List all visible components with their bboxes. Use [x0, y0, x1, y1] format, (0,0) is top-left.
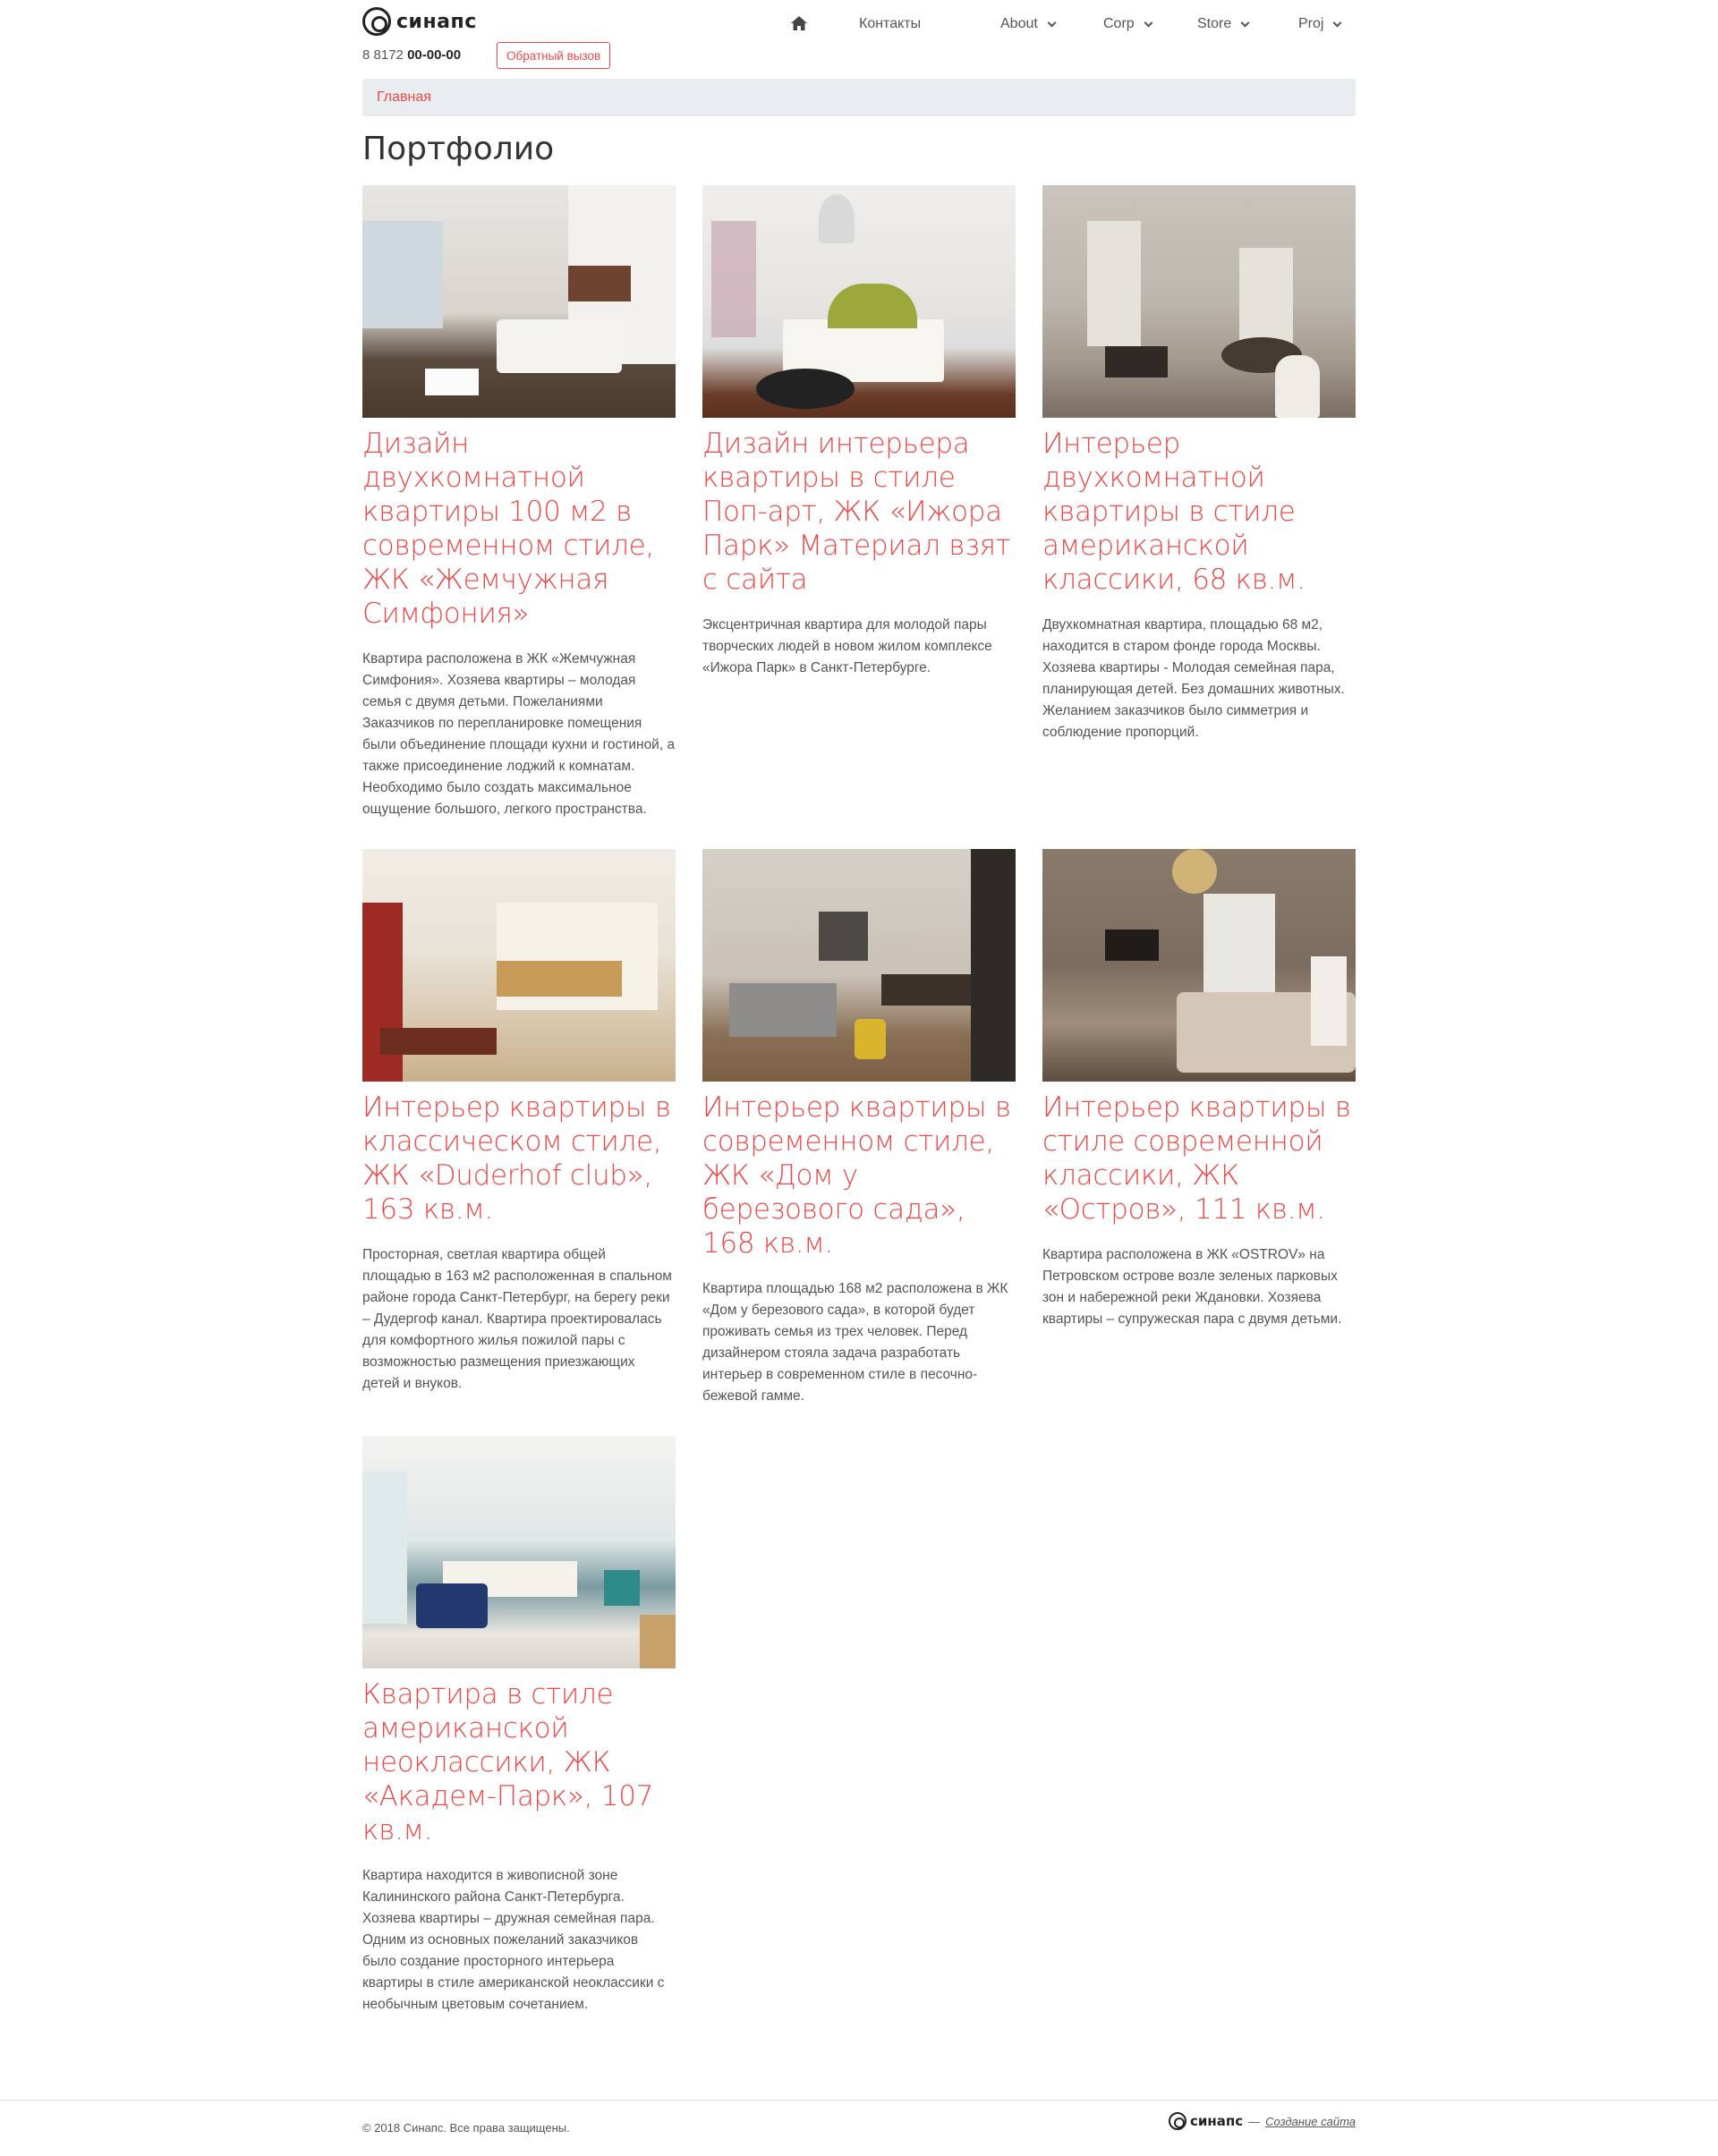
logo-text: синапс [396, 10, 477, 33]
footer-copyright: © 2018 Синапс. Все права защищены. [362, 2121, 570, 2135]
logo-icon [362, 7, 391, 36]
portfolio-image[interactable] [1042, 185, 1356, 418]
breadcrumb-home-link[interactable]: Главная [377, 89, 431, 106]
card-description: Квартира находится в живописной зоне Кал… [362, 1868, 665, 2012]
nav-about-label: About [1000, 16, 1038, 31]
card-description: Просторная, светлая квартира общей площа… [362, 1247, 672, 1391]
phone-main: 00-00-00 [407, 47, 462, 63]
portfolio-image[interactable] [362, 849, 676, 1082]
nav-item-store[interactable]: Store [1197, 16, 1250, 32]
footer-logo-icon [1168, 2112, 1186, 2130]
portfolio-card: Интерьер квартиры в стиле современной кл… [1042, 849, 1356, 1330]
footer-site-link[interactable]: Создание сайта [1265, 2115, 1356, 2128]
portfolio-image[interactable] [362, 1436, 676, 1668]
site-logo[interactable]: синапс [362, 7, 477, 36]
portfolio-card: Интерьер квартиры в современном стиле, Ж… [702, 849, 1016, 1407]
callback-button[interactable]: Обратный вызов [497, 42, 611, 69]
card-description: Квартира площадью 168 м2 расположена в Ж… [702, 1281, 1008, 1404]
nav-corp-label: Corp [1103, 16, 1135, 31]
home-icon [791, 16, 807, 30]
breadcrumb: Главная [362, 79, 1356, 116]
footer-logo-text: синапс [1189, 2113, 1244, 2129]
portfolio-card: Дизайн интерьера квартиры в стиле Поп-ар… [702, 185, 1016, 679]
chevron-down-icon [1333, 18, 1342, 27]
nav-store-label: Store [1197, 16, 1232, 31]
card-description: Двухкомнатная квартира, площадью 68 м2, … [1042, 617, 1345, 740]
footer-divider [0, 2100, 1718, 2101]
portfolio-card: Дизайн двухкомнатной квартиры 100 м2 в с… [362, 185, 676, 820]
footer-credit: синапс — Создание сайта [1168, 2112, 1356, 2130]
card-title-link[interactable]: Квартира в стиле американской неоклассик… [362, 1677, 676, 1847]
chevron-down-icon [1144, 18, 1153, 27]
card-description: Квартира расположена в ЖК «OSTROV» на Пе… [1042, 1247, 1342, 1327]
page-title: Портфолио [362, 131, 555, 167]
portfolio-card: Интерьер квартиры в классическом стиле, … [362, 849, 676, 1395]
portfolio-image[interactable] [1042, 849, 1356, 1082]
nav-home[interactable] [791, 16, 807, 30]
card-title-link[interactable]: Дизайн интерьера квартиры в стиле Поп-ар… [702, 427, 1016, 597]
card-description: Эксцентричная квартира для молодой пары … [702, 617, 992, 675]
nav-item-about[interactable]: About [1000, 16, 1057, 32]
nav-item-corp[interactable]: Corp [1103, 16, 1153, 32]
portfolio-image[interactable] [702, 185, 1016, 418]
portfolio-image[interactable] [362, 185, 676, 418]
chevron-down-icon [1047, 18, 1057, 27]
card-title-link[interactable]: Интерьер квартиры в стиле современной кл… [1042, 1091, 1356, 1227]
phone-prefix: 8 8172 [362, 47, 404, 63]
portfolio-card: Интерьер двухкомнатной квартиры в стиле … [1042, 185, 1356, 743]
page-container: синапс 8 8172 00-00-00 Обратный вызов Ко… [362, 0, 1356, 2012]
portfolio-card: Квартира в стиле американской неоклассик… [362, 1436, 676, 2016]
nav-contacts-label: Контакты [859, 16, 922, 31]
phone-number: 8 8172 00-00-00 [362, 47, 461, 63]
nav-item-contacts[interactable]: Контакты [859, 16, 921, 32]
card-title-link[interactable]: Дизайн двухкомнатной квартиры 100 м2 в с… [362, 427, 676, 631]
nav-item-proj[interactable]: Proj [1298, 16, 1342, 32]
nav-proj-label: Proj [1298, 16, 1324, 31]
portfolio-image[interactable] [702, 849, 1016, 1082]
site-header: синапс 8 8172 00-00-00 Обратный вызов Ко… [362, 0, 1356, 72]
chevron-down-icon [1240, 18, 1250, 27]
card-title-link[interactable]: Интерьер квартиры в классическом стиле, … [362, 1091, 676, 1227]
card-title-link[interactable]: Интерьер квартиры в современном стиле, Ж… [702, 1091, 1016, 1260]
card-title-link[interactable]: Интерьер двухкомнатной квартиры в стиле … [1042, 427, 1356, 597]
card-description: Квартира расположена в ЖК «Жемчужная Сим… [362, 651, 676, 817]
footer-dash: — [1248, 2114, 1261, 2128]
